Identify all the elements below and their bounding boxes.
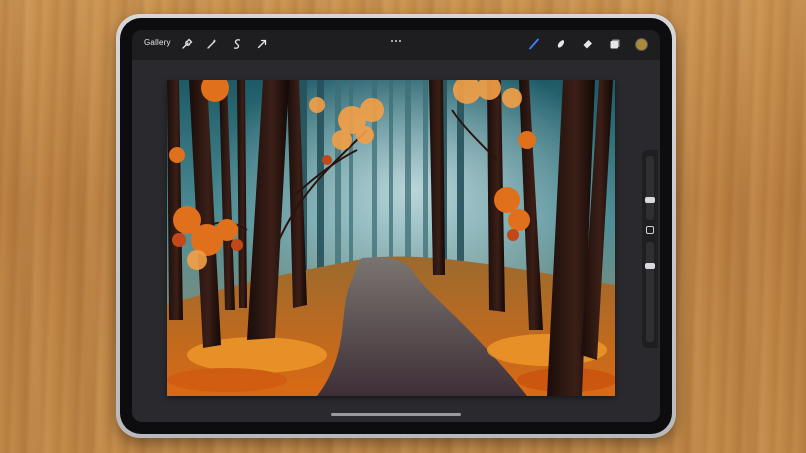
opacity-thumb[interactable]: [645, 262, 655, 269]
layers-icon[interactable]: [608, 37, 622, 51]
top-toolbar: Gallery: [132, 30, 660, 60]
eraser-icon[interactable]: [581, 37, 595, 51]
bezel: Gallery: [120, 18, 672, 434]
actions-tool-group: [180, 37, 269, 51]
opacity-slider[interactable]: [645, 242, 655, 342]
magic-wand-icon[interactable]: [205, 37, 219, 51]
color-picker-swatch[interactable]: [635, 37, 648, 51]
smudge-icon[interactable]: [554, 37, 568, 51]
ipad-device: Gallery: [116, 14, 676, 438]
more-dot-icon: [399, 40, 401, 42]
procreate-screen: Gallery: [132, 30, 660, 422]
painting-tool-group: [527, 37, 648, 51]
home-indicator: [331, 413, 461, 416]
transform-arrow-icon[interactable]: [255, 37, 269, 51]
brush-icon[interactable]: [527, 37, 541, 51]
selection-icon[interactable]: [230, 37, 244, 51]
more-dot-icon: [391, 40, 393, 42]
more-options-button[interactable]: [387, 37, 405, 45]
more-dot-icon: [395, 40, 397, 42]
brush-sidebar: [642, 150, 658, 348]
autumn-forest-painting: [167, 80, 615, 396]
gallery-button[interactable]: Gallery: [144, 38, 171, 47]
modify-square-button[interactable]: [646, 226, 654, 234]
brush-size-thumb[interactable]: [645, 196, 655, 203]
brush-size-slider[interactable]: [645, 156, 655, 220]
wrench-icon[interactable]: [180, 37, 194, 51]
artwork-canvas[interactable]: [167, 80, 615, 396]
